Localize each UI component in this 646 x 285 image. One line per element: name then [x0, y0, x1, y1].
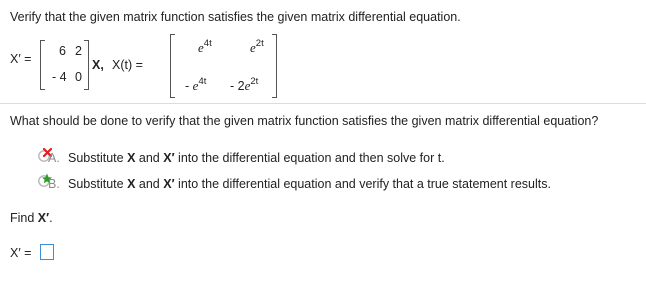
right-bracket [84, 40, 89, 90]
choice-a-text: Substitute X and X′ into the differentia… [68, 151, 445, 165]
coef-r2c2: 0 [75, 70, 82, 84]
answer-label: X′ = [10, 246, 32, 260]
choice-b-letter: B. [48, 177, 60, 191]
sol-r2c2: - 2e2t [230, 76, 259, 93]
right-bracket [272, 34, 277, 98]
choice-a-letter: A. [48, 151, 60, 165]
choice-b-text: Substitute X and X′ into the differentia… [68, 177, 551, 191]
xprime-label: X′ = [10, 52, 32, 66]
sol-r1c1: e4t [198, 38, 212, 55]
problem-prompt: Verify that the given matrix function sa… [10, 10, 461, 24]
coef-r1c2: 2 [75, 44, 82, 58]
xt-label: X(t) = [112, 58, 143, 72]
coef-r1c1: 6 [59, 44, 66, 58]
question-text: What should be done to verify that the g… [10, 114, 599, 128]
x-after-matrix: X, [92, 58, 104, 72]
sol-r2c1: - e4t [185, 76, 207, 93]
answer-input[interactable] [40, 244, 54, 260]
find-instruction: Find X′. [10, 211, 53, 225]
sol-r1c2: e2t [250, 38, 264, 55]
left-bracket [40, 40, 45, 90]
section-divider [0, 103, 646, 104]
left-bracket [170, 34, 175, 98]
coef-r2c1: - 4 [52, 70, 67, 84]
